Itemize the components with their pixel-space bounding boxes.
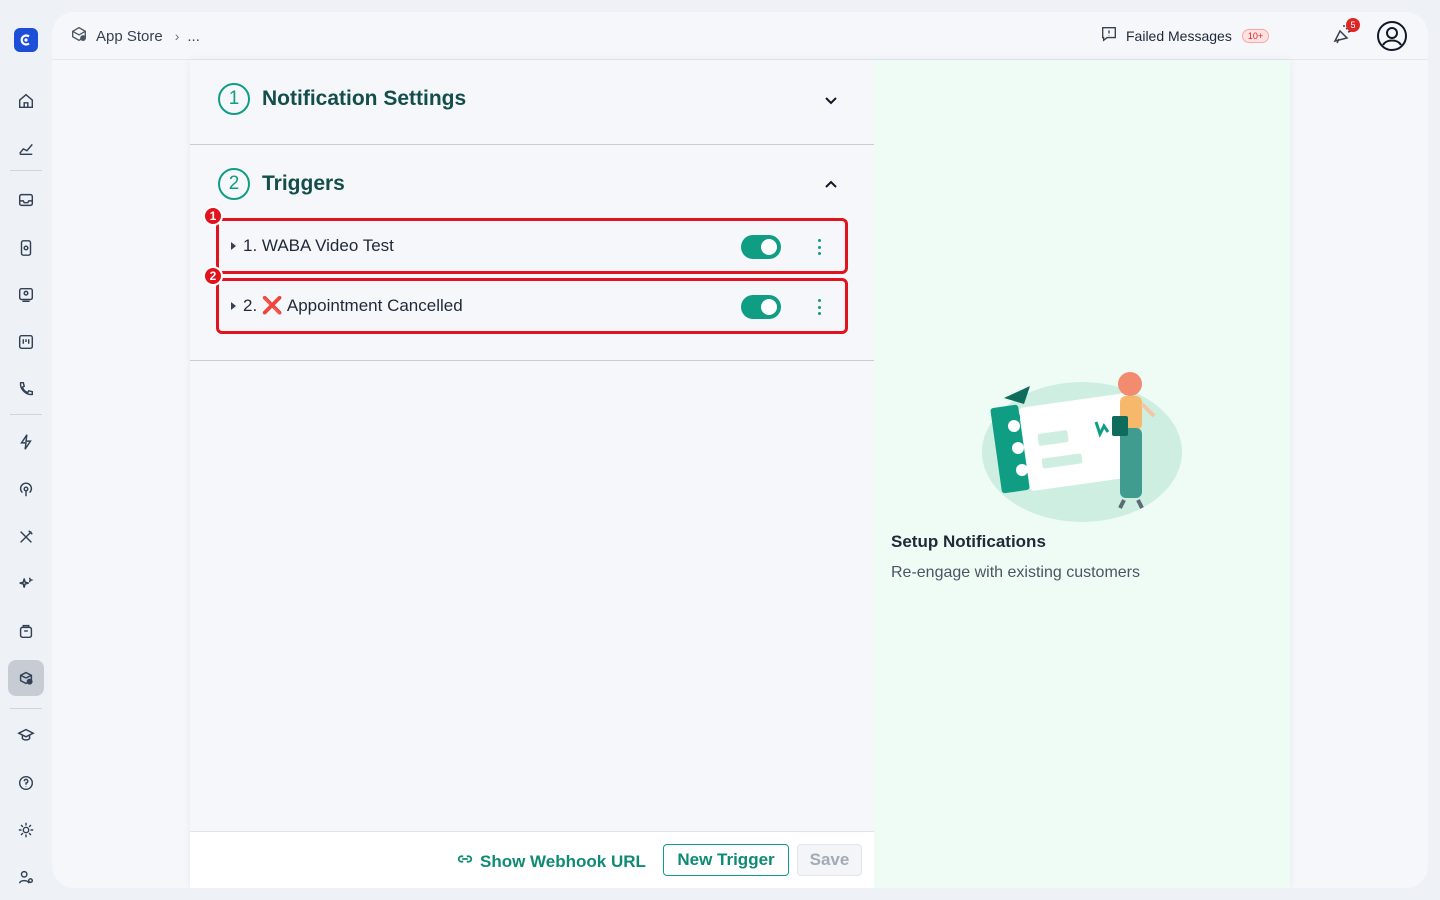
section-title: Notification Settings [262, 87, 467, 110]
home-icon[interactable] [8, 83, 44, 119]
new-trigger-button[interactable]: New Trigger [663, 844, 789, 876]
board-icon[interactable] [8, 324, 44, 360]
inbox-icon[interactable] [8, 182, 44, 218]
announcements-button[interactable]: 5 [1332, 18, 1360, 50]
chevron-right-icon: › [174, 28, 180, 44]
annotation-marker: 2 [203, 266, 223, 286]
academy-icon[interactable] [8, 717, 44, 753]
cross-mark-icon: ❌ [261, 296, 284, 315]
section-divider [190, 144, 874, 145]
chevron-down-icon[interactable] [822, 91, 840, 109]
save-button[interactable]: Save [797, 844, 862, 876]
aside-title: Setup Notifications [891, 532, 1046, 551]
rail-divider [10, 708, 42, 709]
setup-notifications-illustration [974, 360, 1194, 525]
step-number: 1 [218, 83, 250, 115]
section-divider [190, 360, 874, 361]
info-aside: Setup Notifications Re-engage with exist… [874, 60, 1290, 888]
more-options-icon[interactable] [815, 239, 823, 255]
app-store-icon[interactable] [8, 660, 44, 696]
phone-icon[interactable] [8, 371, 44, 407]
failed-messages-badge: 10+ [1241, 28, 1270, 43]
trigger-enabled-toggle[interactable] [741, 295, 781, 319]
section-title: Triggers [262, 172, 345, 195]
show-webhook-url-button[interactable]: Show Webhook URL [456, 850, 646, 873]
trigger-name: 2. ❌ Appointment Cancelled [243, 296, 463, 316]
message-alert-icon [1100, 25, 1118, 46]
settings-gear-icon[interactable] [8, 812, 44, 848]
megaphone-icon [1332, 25, 1354, 50]
breadcrumb-more[interactable]: ... [187, 28, 200, 45]
ai-sparkle-icon[interactable] [8, 566, 44, 602]
trigger-prefix: 2. [243, 296, 258, 315]
failed-messages-label: Failed Messages [1126, 27, 1232, 44]
commerce-bag-icon[interactable] [8, 613, 44, 649]
app-config-card: 1 Notification Settings 2 Triggers 1. WA… [190, 60, 1290, 888]
action-footer: Show Webhook URL New Trigger Save [190, 831, 874, 888]
aside-subtitle: Re-engage with existing customers [891, 564, 1141, 581]
rail-divider [10, 170, 42, 171]
top-bar: App Store › ... Failed Messages 10+ 5 [52, 12, 1428, 60]
tools-icon[interactable] [8, 519, 44, 555]
help-icon[interactable] [8, 765, 44, 801]
broadcast-icon[interactable] [8, 471, 44, 507]
app-store-breadcrumb-icon [70, 25, 88, 47]
notification-count-badge: 5 [1346, 18, 1360, 32]
notification-settings-header[interactable]: 1 Notification Settings [218, 83, 466, 115]
trigger-name: 1. WABA Video Test [243, 236, 394, 255]
contacts-icon[interactable] [8, 277, 44, 313]
main-panel: App Store › ... Failed Messages 10+ 5 1 [52, 12, 1428, 888]
rail-divider [10, 414, 42, 415]
trigger-row[interactable]: 2. ❌ Appointment Cancelled [216, 278, 848, 334]
config-pane: 1 Notification Settings 2 Triggers 1. WA… [190, 60, 874, 888]
webhook-label: Show Webhook URL [480, 851, 646, 871]
profile-avatar-icon[interactable] [1376, 20, 1408, 52]
link-icon [456, 850, 474, 873]
triggers-header[interactable]: 2 Triggers [218, 168, 345, 200]
breadcrumb: App Store › ... [70, 25, 200, 47]
expand-arrow-icon[interactable] [231, 242, 236, 250]
sidebar-rail [0, 0, 52, 900]
chevron-up-icon[interactable] [822, 176, 840, 194]
failed-messages-button[interactable]: Failed Messages 10+ [1100, 25, 1270, 46]
step-number: 2 [218, 168, 250, 200]
trigger-enabled-toggle[interactable] [741, 235, 781, 259]
user-settings-icon[interactable] [8, 859, 44, 895]
expand-arrow-icon[interactable] [231, 302, 236, 310]
trigger-row[interactable]: 1. WABA Video Test [216, 218, 848, 274]
device-icon[interactable] [8, 230, 44, 266]
breadcrumb-app-store[interactable]: App Store [96, 28, 163, 45]
app-logo-icon[interactable] [14, 28, 38, 52]
annotation-marker: 1 [203, 206, 223, 226]
more-options-icon[interactable] [815, 299, 823, 315]
trigger-label: Appointment Cancelled [286, 296, 463, 315]
automation-bolt-icon[interactable] [8, 424, 44, 460]
analytics-icon[interactable] [8, 130, 44, 166]
